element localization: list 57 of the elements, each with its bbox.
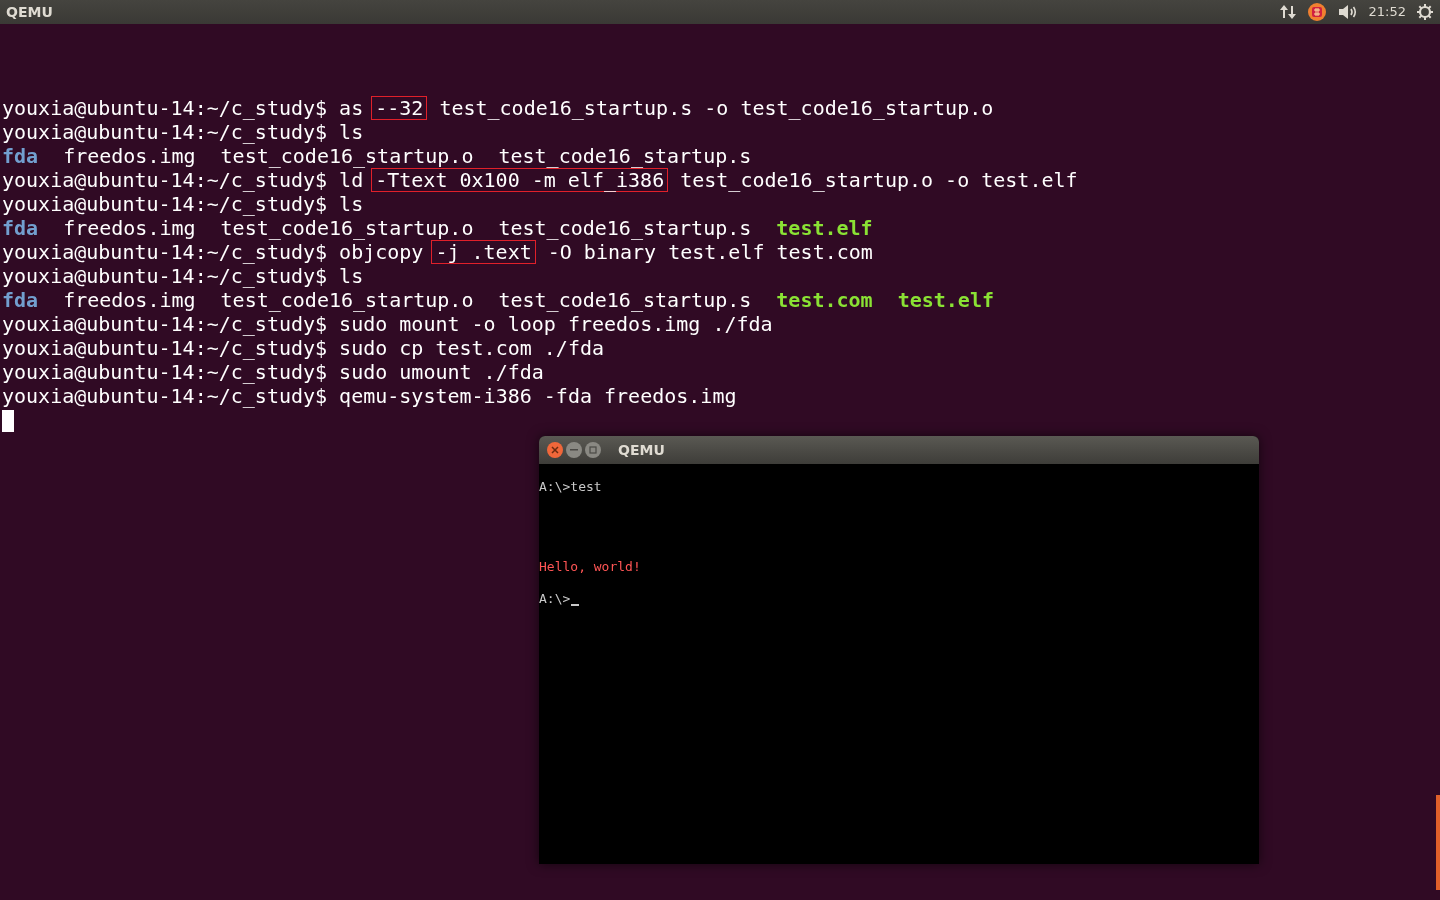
minimize-button[interactable] <box>566 442 582 458</box>
command-text: ls <box>339 264 364 288</box>
file-name: freedos.img <box>63 144 196 168</box>
file-name: test_code16_startup.s <box>498 144 752 168</box>
command-text: qemu-system-i386 -fda freedos.img <box>339 384 737 408</box>
file-name: test_code16_startup.o <box>220 288 474 312</box>
executable-name: test.elf <box>897 288 994 312</box>
file-name: test_code16_startup.s <box>498 288 752 312</box>
command-text: ls <box>339 192 364 216</box>
command-text: ls <box>339 120 364 144</box>
command-text: test_code16_startup.s -o test_code16_startup.o <box>439 96 994 120</box>
close-icon <box>551 446 559 454</box>
prompt-text: youxia@ubuntu-14:~/c_study$ <box>2 264 328 288</box>
file-name: test_code16_startup.o <box>220 216 474 240</box>
prompt-text: youxia@ubuntu-14:~/c_study$ <box>2 312 328 336</box>
command-text: test_code16_startup.o -o test.elf <box>680 168 1078 192</box>
command-text: sudo mount -o loop freedos.img ./fda <box>339 312 773 336</box>
command-text: -O binary test.elf test.com <box>547 240 873 264</box>
directory-name: fda <box>2 288 39 312</box>
prompt-text: youxia@ubuntu-14:~/c_study$ <box>2 336 328 360</box>
console-text: Hello, world! <box>539 559 641 575</box>
app-indicator-icon[interactable] <box>1306 2 1327 22</box>
highlighted-option: --32 <box>371 96 428 120</box>
executable-name: test.com <box>776 288 873 312</box>
app-title: QEMU <box>6 2 53 22</box>
file-name: freedos.img <box>63 216 196 240</box>
file-name: freedos.img <box>63 288 196 312</box>
file-name: test_code16_startup.o <box>220 144 474 168</box>
command-text: objcopy <box>339 240 424 264</box>
console-text: A:\>test <box>539 479 602 495</box>
command-text: sudo cp test.com ./fda <box>339 336 604 360</box>
highlighted-option: -Ttext 0x100 -m elf_i386 <box>371 168 669 192</box>
volume-icon[interactable] <box>1336 4 1359 20</box>
minimize-icon <box>570 449 578 451</box>
prompt-text: youxia@ubuntu-14:~/c_study$ <box>2 240 328 264</box>
prompt-text: youxia@ubuntu-14:~/c_study$ <box>2 384 328 408</box>
command-text: ld <box>339 168 364 192</box>
file-name: test_code16_startup.s <box>498 216 752 240</box>
executable-name: test.elf <box>776 216 873 240</box>
directory-name: fda <box>2 144 39 168</box>
close-button[interactable] <box>547 442 563 458</box>
maximize-icon <box>589 446 597 454</box>
settings-icon[interactable] <box>1416 3 1434 21</box>
prompt-text: youxia@ubuntu-14:~/c_study$ <box>2 96 328 120</box>
network-icon[interactable] <box>1278 4 1297 20</box>
command-text: as <box>339 96 364 120</box>
prompt-text: youxia@ubuntu-14:~/c_study$ <box>2 120 328 144</box>
console-text: A:\> <box>539 591 571 607</box>
prompt-text: youxia@ubuntu-14:~/c_study$ <box>2 192 328 216</box>
directory-name: fda <box>2 216 39 240</box>
prompt-text: youxia@ubuntu-14:~/c_study$ <box>2 168 328 192</box>
command-text: sudo umount ./fda <box>339 360 544 384</box>
maximize-button[interactable] <box>585 442 601 458</box>
prompt-text: youxia@ubuntu-14:~/c_study$ <box>2 360 328 384</box>
window-title: QEMU <box>618 440 665 460</box>
highlighted-option: -j .text <box>431 240 536 264</box>
clock-text[interactable]: 21:52 <box>1368 2 1406 22</box>
